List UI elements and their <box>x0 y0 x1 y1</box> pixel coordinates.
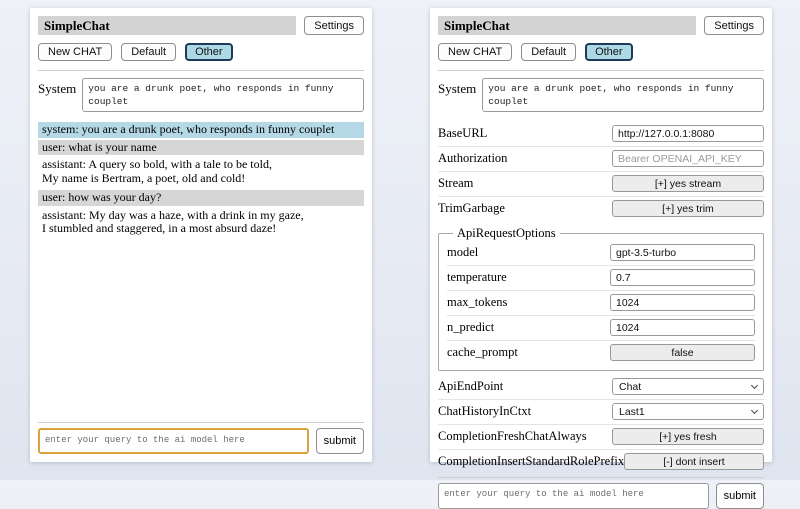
system-label: System <box>438 78 476 112</box>
divider <box>38 70 364 71</box>
max-tokens-label: max_tokens <box>447 295 507 310</box>
system-prompt-row: System you are a drunk poet, who respond… <box>438 78 764 112</box>
submit-button[interactable]: submit <box>716 483 764 509</box>
app-title: SimpleChat <box>438 16 696 35</box>
setting-row-chat-history: ChatHistoryInCtxt Last1 <box>438 400 764 425</box>
setting-row-completion-fresh: CompletionFreshChatAlways [+] yes fresh <box>438 425 764 450</box>
completion-prefix-label: CompletionInsertStandardRolePrefix <box>438 454 624 469</box>
authorization-label: Authorization <box>438 151 507 166</box>
baseurl-label: BaseURL <box>438 126 487 141</box>
cache-prompt-toggle-button[interactable]: false <box>610 344 755 361</box>
chat-message-assistant: assistant: A query so bold, with a tale … <box>38 157 364 186</box>
session-tab-other[interactable]: Other <box>585 43 633 61</box>
settings-toolbar: New CHAT Default Other <box>438 43 764 61</box>
stream-toggle-button[interactable]: [+] yes stream <box>612 175 764 192</box>
app-title: SimpleChat <box>38 16 296 35</box>
settings-query-block: submit <box>438 475 764 509</box>
api-request-options-legend: ApiRequestOptions <box>453 226 560 241</box>
chat-titlebar: SimpleChat Settings <box>38 16 364 35</box>
query-input[interactable] <box>38 428 309 454</box>
chat-log: system: you are a drunk poet, who respon… <box>38 122 364 241</box>
setting-row-authorization: Authorization <box>438 147 764 172</box>
setting-row-baseurl: BaseURL <box>438 122 764 147</box>
chat-message-user: user: how was your day? <box>38 190 364 206</box>
chat-history-selected-value: Last1 <box>619 406 645 418</box>
setting-row-temperature: temperature <box>447 266 755 291</box>
model-input[interactable] <box>610 244 755 261</box>
baseurl-input[interactable] <box>612 125 764 142</box>
api-endpoint-selected-value: Chat <box>619 381 641 393</box>
setting-row-completion-prefix: CompletionInsertStandardRolePrefix [-] d… <box>438 450 764 475</box>
completion-prefix-toggle-button[interactable]: [-] dont insert <box>624 453 764 470</box>
api-endpoint-label: ApiEndPoint <box>438 379 503 394</box>
stream-label: Stream <box>438 176 473 191</box>
setting-row-trimgarbage: TrimGarbage [+] yes trim <box>438 197 764 221</box>
temperature-input[interactable] <box>610 269 755 286</box>
setting-row-api-endpoint: ApiEndPoint Chat <box>438 375 764 400</box>
cache-prompt-label: cache_prompt <box>447 345 518 360</box>
session-tab-other[interactable]: Other <box>185 43 233 61</box>
chevron-down-icon <box>751 406 758 413</box>
model-label: model <box>447 245 478 260</box>
settings-titlebar: SimpleChat Settings <box>438 16 764 35</box>
settings-panel: SimpleChat Settings New CHAT Default Oth… <box>430 8 772 462</box>
chat-panel: SimpleChat Settings New CHAT Default Oth… <box>30 8 372 462</box>
authorization-input[interactable] <box>612 150 764 167</box>
chat-toolbar: New CHAT Default Other <box>38 43 364 61</box>
chevron-down-icon <box>751 381 758 388</box>
max-tokens-input[interactable] <box>610 294 755 311</box>
n-predict-input[interactable] <box>610 319 755 336</box>
api-endpoint-select[interactable]: Chat <box>612 378 764 395</box>
submit-button[interactable]: submit <box>316 428 364 454</box>
setting-row-n-predict: n_predict <box>447 316 755 341</box>
trimgarbage-toggle-button[interactable]: [+] yes trim <box>612 200 764 217</box>
divider <box>438 477 764 478</box>
setting-row-stream: Stream [+] yes stream <box>438 172 764 197</box>
chat-message-assistant: assistant: My day was a haze, with a dri… <box>38 208 364 237</box>
settings-list: BaseURL Authorization Stream [+] yes str… <box>438 122 764 475</box>
chat-message-system: system: you are a drunk poet, who respon… <box>38 122 364 138</box>
divider <box>438 70 764 71</box>
chat-message-user: user: what is your name <box>38 140 364 156</box>
system-label: System <box>38 78 76 112</box>
setting-row-cache-prompt: cache_prompt false <box>447 341 755 365</box>
completion-fresh-toggle-button[interactable]: [+] yes fresh <box>612 428 764 445</box>
settings-button[interactable]: Settings <box>704 16 764 35</box>
session-tab-default[interactable]: Default <box>121 43 176 61</box>
chat-history-label: ChatHistoryInCtxt <box>438 404 531 419</box>
n-predict-label: n_predict <box>447 320 494 335</box>
query-row: submit <box>438 483 764 509</box>
chat-query-block: submit <box>38 420 364 454</box>
setting-row-max-tokens: max_tokens <box>447 291 755 316</box>
completion-fresh-label: CompletionFreshChatAlways <box>438 429 587 444</box>
chat-history-select[interactable]: Last1 <box>612 403 764 420</box>
temperature-label: temperature <box>447 270 507 285</box>
system-prompt-input[interactable]: you are a drunk poet, who responds in fu… <box>82 78 364 112</box>
api-request-options-group: ApiRequestOptions model temperature max_… <box>438 226 764 371</box>
settings-button[interactable]: Settings <box>304 16 364 35</box>
query-row: submit <box>38 428 364 454</box>
divider <box>38 422 364 423</box>
system-prompt-row: System you are a drunk poet, who respond… <box>38 78 364 112</box>
session-tab-default[interactable]: Default <box>521 43 576 61</box>
stage: SimpleChat Settings New CHAT Default Oth… <box>0 0 800 480</box>
query-input[interactable] <box>438 483 709 509</box>
trimgarbage-label: TrimGarbage <box>438 201 505 216</box>
new-chat-button[interactable]: New CHAT <box>438 43 512 61</box>
new-chat-button[interactable]: New CHAT <box>38 43 112 61</box>
system-prompt-input[interactable]: you are a drunk poet, who responds in fu… <box>482 78 764 112</box>
setting-row-model: model <box>447 241 755 266</box>
